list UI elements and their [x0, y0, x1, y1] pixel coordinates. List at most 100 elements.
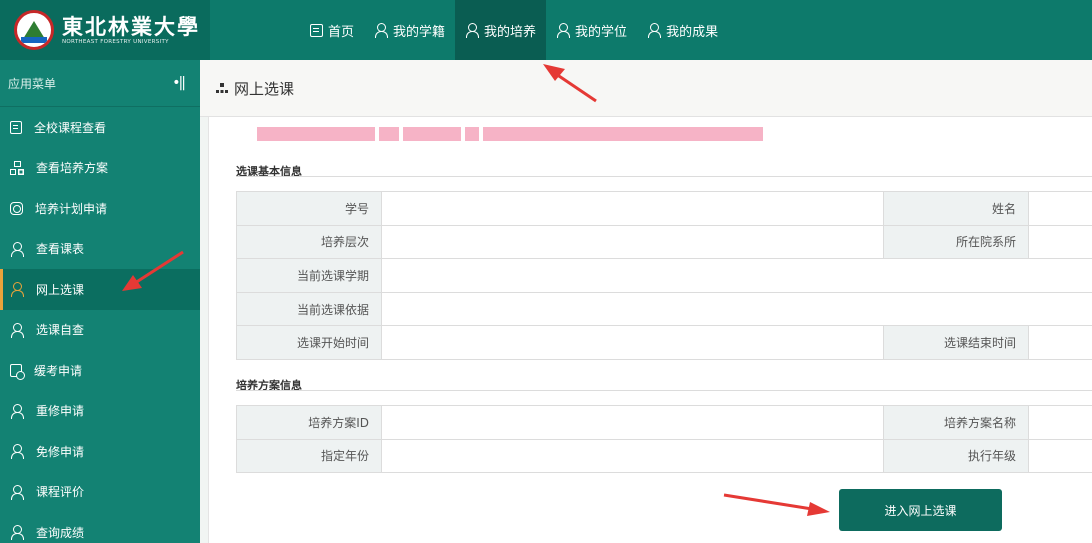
table-row: 培养层次 所在院系所	[236, 224, 1092, 260]
redacted-notice	[257, 127, 767, 141]
person-icon	[465, 23, 480, 38]
sidebar-item-label: 查看培养方案	[36, 161, 109, 176]
basic-info-table: 学号 姓名 培养层次 所在院系所 当前选课学期 当前选课依据 选课开始时间 选课…	[236, 191, 1092, 360]
sidebar-item-online-course-selection[interactable]: 网上选课	[0, 269, 200, 310]
calendar-icon	[10, 363, 25, 380]
nav-label: 我的学籍	[393, 24, 446, 40]
page-header: 网上选课	[200, 60, 1092, 117]
nav-my-degree[interactable]: 我的学位	[546, 0, 637, 60]
nav-label: 首页	[328, 24, 355, 40]
document-icon	[10, 120, 22, 134]
person-icon	[10, 241, 24, 257]
sidebar-item-label: 查看课表	[36, 242, 85, 257]
department-value	[1028, 224, 1092, 260]
nav-home[interactable]: 首页	[300, 0, 364, 60]
sidebar-item-exemption[interactable]: 免修申请	[0, 431, 200, 472]
section-divider	[236, 390, 1092, 391]
field-label: 所在院系所	[883, 224, 1029, 260]
field-label: 培养层次	[236, 224, 382, 260]
sidebar-item-selection-check[interactable]: 选课自查	[0, 310, 200, 351]
sidebar-item-label: 重修申请	[36, 404, 85, 419]
field-label: 培养方案ID	[236, 405, 382, 440]
selection-basis-value	[381, 291, 1092, 327]
table-row: 指定年份 执行年级	[236, 438, 1092, 474]
sitemap-icon	[216, 82, 228, 94]
sidebar-header: 应用菜单 •||	[0, 60, 200, 107]
field-label: 执行年级	[883, 438, 1029, 474]
person-icon	[10, 444, 24, 460]
field-label: 选课开始时间	[236, 325, 382, 360]
table-row: 学号 姓名	[236, 191, 1092, 226]
collapse-sidebar-icon[interactable]: •||	[172, 75, 186, 91]
designated-year-value	[381, 438, 884, 474]
plan-info-table: 培养方案ID 培养方案名称 指定年份 执行年级	[236, 405, 1092, 474]
plan-id-value	[381, 405, 884, 440]
sidebar-item-grades[interactable]: 查询成绩	[0, 512, 200, 543]
top-nav: 首页 我的学籍 我的培养 我的学位 我的成果	[300, 0, 728, 60]
name-value	[1028, 191, 1092, 226]
nav-my-achievements[interactable]: 我的成果	[637, 0, 728, 60]
person-icon	[374, 23, 389, 38]
table-row: 培养方案ID 培养方案名称	[236, 405, 1092, 440]
person-icon	[10, 484, 24, 500]
table-row: 选课开始时间 选课结束时间	[236, 325, 1092, 360]
training-level-value	[381, 224, 884, 260]
start-time-value	[381, 325, 884, 360]
field-label: 选课结束时间	[883, 325, 1029, 360]
sidebar-item-label: 课程评价	[36, 485, 85, 500]
person-icon	[647, 23, 662, 38]
field-label: 指定年份	[236, 438, 382, 474]
table-row: 当前选课学期	[236, 258, 1092, 293]
course-selection-card: 选课基本信息 学号 姓名 培养层次 所在院系所 当前选课学期 当前选课依据 选课…	[208, 117, 1092, 543]
person-icon	[10, 282, 24, 298]
sidebar-item-label: 免修申请	[36, 444, 85, 459]
sidebar-item-plan-application[interactable]: 培养计划申请	[0, 188, 200, 229]
grade-value	[1028, 438, 1092, 474]
sidebar-item-label: 选课自查	[36, 323, 85, 338]
sidebar-item-retake[interactable]: 重修申请	[0, 391, 200, 432]
sidebar-item-label: 查询成绩	[36, 525, 85, 540]
current-term-value	[381, 258, 1092, 293]
nav-my-training[interactable]: 我的培养	[455, 0, 547, 60]
person-icon	[10, 403, 24, 419]
sidebar-item-deferred-exam[interactable]: 缓考申请	[0, 350, 200, 391]
table-row: 当前选课依据	[236, 291, 1092, 327]
student-id-value	[381, 191, 884, 226]
field-label: 姓名	[883, 191, 1029, 226]
plan-name-value	[1028, 405, 1092, 440]
field-label: 当前选课学期	[236, 258, 382, 293]
nav-my-status[interactable]: 我的学籍	[364, 0, 455, 60]
sitemap-icon	[10, 160, 24, 175]
person-icon	[556, 23, 571, 38]
person-icon	[10, 525, 24, 541]
logo-english-name: NORTHEAST FORESTRY UNIVERSITY	[62, 39, 169, 45]
university-seal-icon	[14, 10, 54, 50]
end-time-value	[1028, 325, 1092, 360]
sidebar-title: 应用菜单	[8, 76, 57, 91]
sidebar-item-label: 培养计划申请	[35, 201, 108, 216]
form-icon	[10, 201, 23, 215]
home-icon	[310, 23, 323, 37]
university-logo[interactable]: 東北林業大學 NORTHEAST FORESTRY UNIVERSITY	[0, 0, 210, 60]
enter-online-selection-button[interactable]: 进入网上选课	[839, 489, 1002, 531]
person-icon	[10, 322, 24, 338]
sidebar-item-course-evaluation[interactable]: 课程评价	[0, 472, 200, 513]
field-label: 培养方案名称	[883, 405, 1029, 440]
sidebar-item-schedule[interactable]: 查看课表	[0, 229, 200, 270]
sidebar-item-label: 网上选课	[36, 282, 85, 297]
nav-label: 我的成果	[666, 24, 719, 40]
main-content: 网上选课 选课基本信息 学号 姓名 培养层次 所在院系所 当前选课学期 当前选课…	[200, 60, 1092, 543]
sidebar-item-label: 缓考申请	[34, 363, 83, 378]
sidebar-item-label: 全校课程查看	[34, 120, 107, 135]
logo-chinese-name: 東北林業大學	[62, 14, 200, 39]
nav-label: 我的学位	[575, 24, 628, 40]
top-bar: 東北林業大學 NORTHEAST FORESTRY UNIVERSITY 首页 …	[0, 0, 1092, 60]
field-label: 学号	[236, 191, 382, 226]
section-divider	[236, 176, 1092, 177]
sidebar: 应用菜单 •|| 全校课程查看 查看培养方案 培养计划申请 查看课表 网上选课 …	[0, 60, 200, 543]
page-title: 网上选课	[234, 79, 295, 98]
sidebar-item-training-plan[interactable]: 查看培养方案	[0, 148, 200, 189]
sidebar-item-all-courses[interactable]: 全校课程查看	[0, 107, 200, 148]
field-label: 当前选课依据	[236, 291, 382, 327]
nav-label: 我的培养	[484, 24, 537, 40]
